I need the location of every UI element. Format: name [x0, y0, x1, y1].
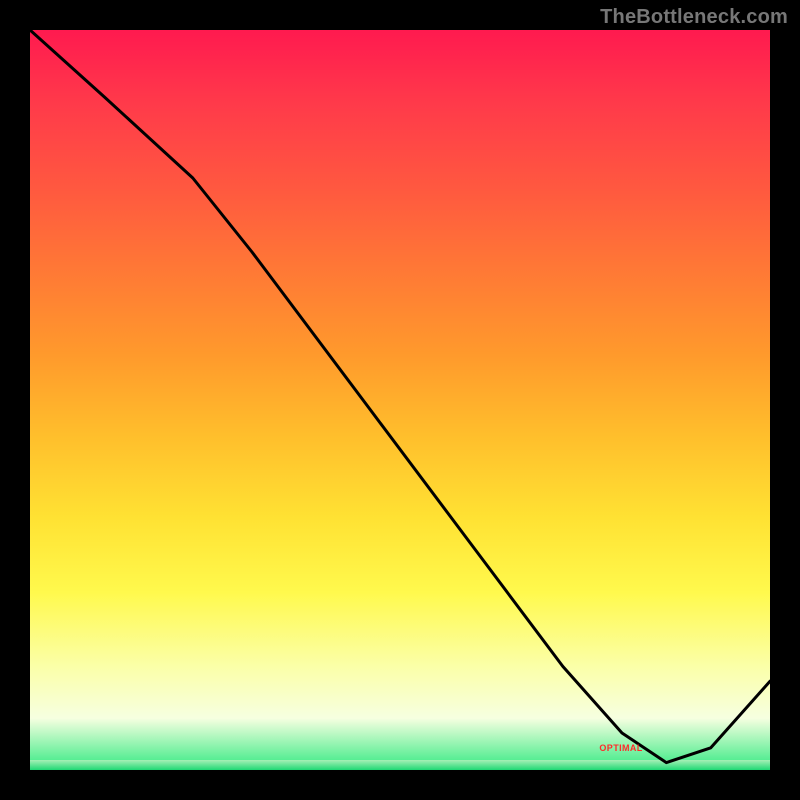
curve-svg — [30, 30, 770, 770]
chart-frame: TheBottleneck.com OPTIMAL — [0, 0, 800, 800]
watermark-text: TheBottleneck.com — [600, 6, 788, 29]
optimal-annotation: OPTIMAL — [599, 743, 642, 753]
bottleneck-curve-path — [30, 30, 770, 763]
plot-area: OPTIMAL — [30, 30, 770, 770]
